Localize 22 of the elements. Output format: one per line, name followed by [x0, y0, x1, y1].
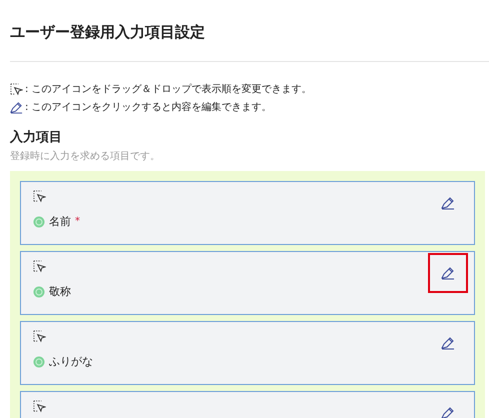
field-name: 名前	[49, 214, 71, 229]
field-name: 敬称	[49, 284, 71, 299]
globe-icon	[33, 216, 45, 228]
pencil-icon[interactable]	[441, 266, 455, 280]
drag-handle-icon[interactable]	[33, 400, 46, 413]
pencil-icon[interactable]	[441, 336, 455, 350]
legend-text: : このアイコンをクリックすると内容を編集できます。	[25, 100, 272, 114]
drag-handle-icon[interactable]	[33, 190, 46, 203]
drag-handle-icon	[10, 82, 23, 96]
page-title: ユーザー登録用入力項目設定	[9, 22, 206, 43]
pencil-icon	[10, 100, 23, 114]
section-description: 登録時に入力を求める項目です。	[10, 150, 161, 163]
section-heading: 入力項目	[10, 128, 63, 146]
required-mark: *	[75, 216, 80, 227]
globe-icon	[33, 356, 45, 368]
pencil-icon[interactable]	[441, 406, 455, 418]
field-name: ふりがな	[49, 354, 93, 369]
drag-handle-icon[interactable]	[33, 260, 46, 273]
globe-icon	[33, 286, 45, 298]
legend-text: : このアイコンをドラッグ＆ドロップで表示順を変更できます。	[25, 82, 312, 96]
drag-handle-icon[interactable]	[33, 330, 46, 343]
pencil-icon[interactable]	[441, 196, 455, 210]
